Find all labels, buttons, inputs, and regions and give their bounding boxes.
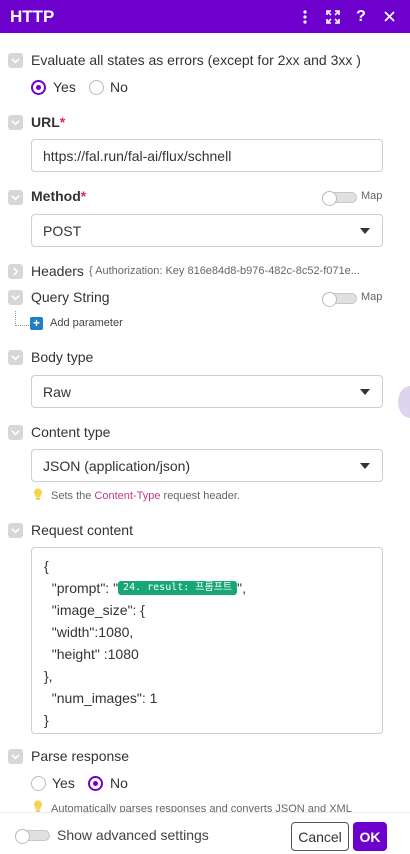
query-string-label: Query String <box>31 289 110 305</box>
code-line: "height" :1080 <box>44 646 139 662</box>
header-actions: ? <box>298 0 396 33</box>
content-type-label: Content type <box>31 424 111 440</box>
module-settings-panel: Evaluate all states as errors (except fo… <box>0 33 400 812</box>
evaluate-no-label: No <box>110 79 128 95</box>
caret-down-icon <box>360 389 370 395</box>
lightbulb-icon <box>34 488 42 500</box>
content-type-select[interactable]: JSON (application/json) <box>31 449 383 482</box>
query-string-map-toggle[interactable] <box>322 292 357 307</box>
collapse-toggle-method[interactable] <box>8 190 23 205</box>
parse-response-no-label: No <box>110 775 128 791</box>
code-text: "prompt": " <box>44 580 119 596</box>
method-select[interactable]: POST <box>31 214 383 247</box>
chevron-down-icon <box>11 195 20 201</box>
body-type-select[interactable]: Raw <box>31 375 383 408</box>
hint-text-post: request header. <box>160 490 240 502</box>
collapse-toggle-parse-response[interactable] <box>8 749 23 764</box>
add-parameter-link[interactable]: Add parameter <box>50 317 123 329</box>
code-text: ", <box>237 580 246 596</box>
content-type-value: JSON (application/json) <box>43 457 191 474</box>
expand-toggle-headers[interactable] <box>8 264 23 279</box>
code-line: }, <box>44 668 53 684</box>
evaluate-yes-radio[interactable] <box>31 80 46 95</box>
chevron-down-icon <box>11 430 20 436</box>
chevron-down-icon <box>11 58 20 64</box>
collapse-toggle-query-string[interactable] <box>8 290 23 305</box>
code-line: "width":1080, <box>44 624 134 640</box>
parse-response-yes-label: Yes <box>52 775 75 791</box>
url-label-text: URL <box>31 114 60 130</box>
url-label: URL* <box>31 114 65 130</box>
parse-response-hint: Automatically parses responses and conve… <box>51 803 352 812</box>
evaluate-label: Evaluate all states as errors (except fo… <box>31 52 361 68</box>
chevron-down-icon <box>11 120 20 126</box>
collapse-toggle-request-content[interactable] <box>8 523 23 538</box>
code-line: "num_images": 1 <box>44 690 158 706</box>
parse-response-label: Parse response <box>31 748 130 764</box>
chevron-down-icon <box>11 295 20 301</box>
caret-down-icon <box>360 228 370 234</box>
collapse-toggle-evaluate[interactable] <box>8 53 23 68</box>
evaluate-no-radio[interactable] <box>89 80 104 95</box>
chevron-down-icon <box>11 754 20 760</box>
chevron-right-icon <box>13 267 19 276</box>
plus-icon[interactable]: + <box>30 317 43 330</box>
url-required-mark: * <box>59 114 66 130</box>
module-title: HTTP <box>10 6 55 26</box>
collapse-toggle-url[interactable] <box>8 115 23 130</box>
ok-button[interactable]: OK <box>353 822 387 851</box>
method-label: Method* <box>31 188 86 204</box>
help-icon[interactable]: ? <box>354 7 368 27</box>
url-input[interactable]: https://fal.run/fal-ai/flux/schnell <box>31 139 383 172</box>
url-value: https://fal.run/fal-ai/flux/schnell <box>43 147 232 164</box>
advanced-settings-label: Show advanced settings <box>57 827 209 843</box>
code-line: } <box>44 712 49 728</box>
collapse-toggle-body-type[interactable] <box>8 350 23 365</box>
mapped-variable-pill[interactable]: 24. result: 프롬프트 <box>118 581 238 596</box>
evaluate-yes-label: Yes <box>53 79 76 95</box>
caret-down-icon <box>360 463 370 469</box>
body-type-value: Raw <box>43 383 72 400</box>
content-type-hint: Sets the Content-Type request header. <box>51 490 240 502</box>
parse-response-yes-radio[interactable] <box>31 776 46 791</box>
code-line: { <box>44 558 49 574</box>
code-line: "image_size": { <box>44 602 145 618</box>
body-type-label: Body type <box>31 349 94 365</box>
parse-response-no-radio[interactable] <box>88 776 103 791</box>
method-label-text: Method <box>31 188 81 204</box>
method-value: POST <box>43 222 82 239</box>
chevron-down-icon <box>11 528 20 534</box>
query-string-map-label: Map <box>361 291 383 303</box>
request-content-label: Request content <box>31 522 133 538</box>
cancel-button[interactable]: Cancel <box>291 822 349 851</box>
request-content-editor[interactable]: { "prompt": " 24. result: 프롬프트 ", "image_s… <box>31 547 383 734</box>
advanced-settings-toggle[interactable] <box>15 829 50 844</box>
method-map-toggle[interactable] <box>322 191 357 206</box>
method-map-label: Map <box>361 190 383 202</box>
code-line: "prompt": " 24. result: 프롬프트 ", <box>44 578 246 598</box>
lightbulb-icon <box>34 800 42 812</box>
headers-label: Headers <box>31 263 84 279</box>
method-required-mark: * <box>80 188 87 204</box>
expand-icon[interactable] <box>326 7 340 27</box>
module-header: HTTP ? <box>0 0 410 33</box>
hint-keyword: Content-Type <box>94 490 161 502</box>
hint-text-pre: Sets the <box>51 490 95 502</box>
chevron-down-icon <box>11 355 20 361</box>
footer-bar: Show advanced settings Cancel OK <box>0 812 410 854</box>
tree-connector <box>15 311 29 326</box>
headers-summary: { Authorization: Key 816e84d8-b976-482c-… <box>89 265 360 277</box>
more-options-icon[interactable] <box>298 7 312 27</box>
close-icon[interactable] <box>382 7 396 27</box>
collapse-toggle-content-type[interactable] <box>8 425 23 440</box>
